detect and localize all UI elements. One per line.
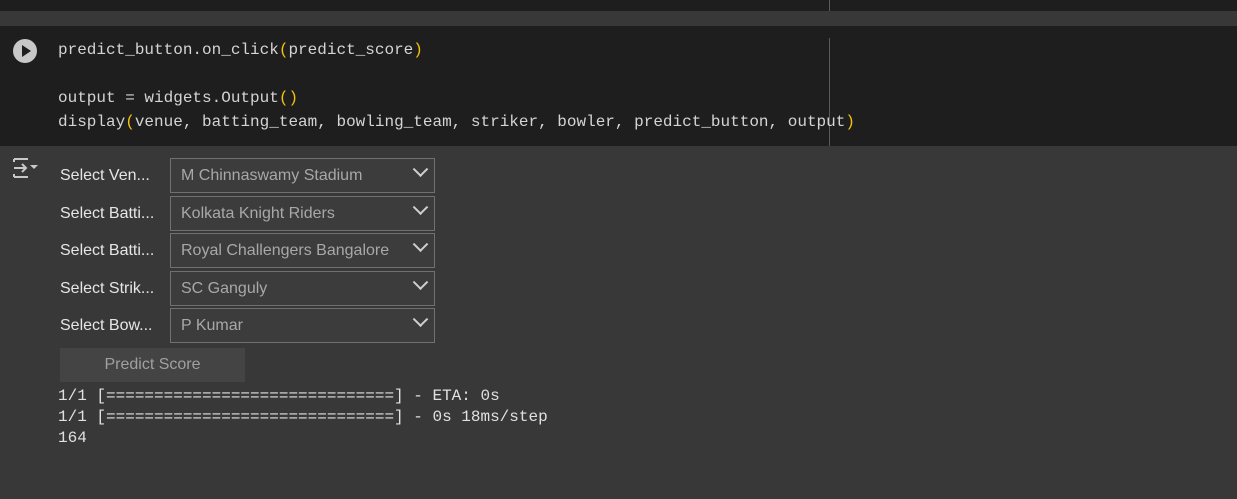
progress-line: 1/1 [==============================] - 0… xyxy=(58,408,548,426)
paren: ( xyxy=(278,89,289,107)
paren: ( xyxy=(125,113,135,131)
code-line: predict_button.on_click(predict_score) xyxy=(58,41,423,59)
previous-cell xyxy=(0,0,1237,11)
chevron-down-icon xyxy=(412,236,429,253)
selected-value: P Kumar xyxy=(181,317,243,334)
bowling-team-dropdown[interactable]: Royal Challengers Bangalore xyxy=(170,233,435,268)
striker-dropdown[interactable]: SC Ganguly xyxy=(170,271,435,306)
striker-label: Select Strik... xyxy=(60,279,155,297)
chevron-down-icon xyxy=(412,274,429,291)
bowling-team-dropdown-row: Select Batti... Royal Challengers Bangal… xyxy=(60,233,435,268)
paren: ) xyxy=(845,113,855,131)
batting-team-label: Select Batti... xyxy=(60,204,155,222)
code-line: output = widgets.Output() xyxy=(58,89,298,107)
predicted-score: 164 xyxy=(58,429,87,447)
code-editor[interactable]: predict_button.on_click(predict_score) o… xyxy=(58,38,855,134)
chevron-down-icon xyxy=(412,311,429,328)
selected-value: Royal Challengers Bangalore xyxy=(181,242,390,259)
selected-value: Kolkata Knight Riders xyxy=(181,205,335,222)
code-text: predict_button.on_click xyxy=(58,41,279,59)
venue-dropdown-row: Select Ven... M Chinnaswamy Stadium xyxy=(60,158,435,193)
bowling-team-label: Select Batti... xyxy=(60,241,155,259)
line-length-ruler xyxy=(829,0,830,11)
cell-output: 1/1 [==============================] - E… xyxy=(58,386,548,449)
batting-team-dropdown-row: Select Batti... Kolkata Knight Riders xyxy=(60,196,435,231)
progress-line: 1/1 [==============================] - E… xyxy=(58,387,500,405)
bowler-dropdown-row: Select Bow... P Kumar xyxy=(60,308,435,343)
batting-team-dropdown[interactable]: Kolkata Knight Riders xyxy=(170,196,435,231)
code-text: display xyxy=(58,113,126,131)
paren: ( xyxy=(278,41,289,59)
venue-label: Select Ven... xyxy=(60,166,150,184)
run-cell-button[interactable] xyxy=(13,39,37,63)
code-text: predict_score xyxy=(288,41,414,59)
chevron-down-icon xyxy=(412,161,429,178)
paren: ) xyxy=(288,89,299,107)
predict-score-button[interactable]: Predict Score xyxy=(60,348,245,382)
output-actions-icon[interactable] xyxy=(12,156,40,180)
chevron-down-icon xyxy=(412,199,429,216)
code-text: venue, batting_team, bowling_team, strik… xyxy=(134,113,846,131)
selected-value: SC Ganguly xyxy=(181,280,268,297)
bowler-label: Select Bow... xyxy=(60,316,153,334)
striker-dropdown-row: Select Strik... SC Ganguly xyxy=(60,271,435,306)
code-line: display(venue, batting_team, bowling_tea… xyxy=(58,113,855,131)
venue-dropdown[interactable]: M Chinnaswamy Stadium xyxy=(170,158,435,193)
bowler-dropdown[interactable]: P Kumar xyxy=(170,308,435,343)
paren: ) xyxy=(413,41,423,59)
selected-value: M Chinnaswamy Stadium xyxy=(181,167,363,184)
code-text: output = widgets.Output xyxy=(58,89,279,107)
